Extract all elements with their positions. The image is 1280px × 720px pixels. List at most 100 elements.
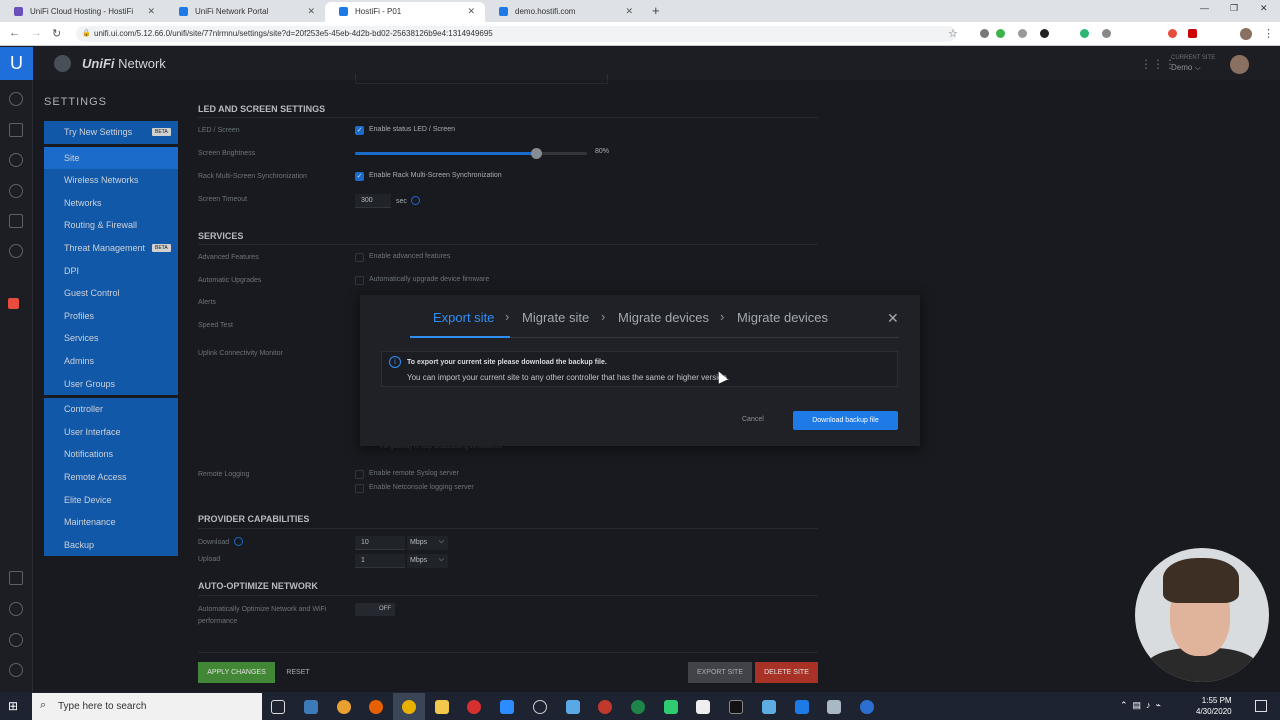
firefox-icon[interactable] — [369, 700, 383, 714]
url-text: unifi.ui.com/5.12.66.0/unifi/site/77nlrm… — [94, 29, 493, 38]
address-bar[interactable]: 🔒 unifi.ui.com/5.12.66.0/unifi/site/77nlr… — [76, 26, 956, 42]
taskbar-search[interactable]: ⌕ Type here to search — [32, 693, 262, 720]
back-icon[interactable]: ← — [9, 27, 20, 39]
new-tab-button[interactable]: + — [652, 3, 660, 18]
dashboard-icon[interactable] — [9, 92, 23, 106]
reload-icon[interactable]: ↻ — [52, 27, 61, 40]
bookmark-star-icon[interactable]: ☆ — [948, 27, 958, 40]
windows-start-icon[interactable]: ⊞ — [8, 699, 18, 713]
step-export-site[interactable]: Export site — [433, 310, 494, 325]
step-migrate-site[interactable]: Migrate site — [522, 310, 589, 325]
search-placeholder: Type here to search — [58, 701, 147, 712]
alert-icon[interactable] — [8, 298, 19, 309]
extension-icon[interactable] — [996, 29, 1005, 38]
app-header — [33, 47, 1280, 80]
info-icon: i — [389, 356, 401, 368]
ubiquiti-logo[interactable]: U — [0, 47, 33, 80]
browser-tab[interactable]: demo.hostifi.com ✕ — [485, 2, 643, 22]
browser-tab[interactable]: UniFi Network Portal ✕ — [165, 2, 325, 22]
menu-dots-icon[interactable]: ⋮ — [1263, 27, 1274, 40]
extension-icon[interactable] — [1018, 29, 1027, 38]
forward-icon[interactable]: → — [31, 27, 42, 39]
maximize-button[interactable]: ❐ — [1230, 3, 1238, 14]
taskbar-clock[interactable]: 1:55 PM 4/30/2020 — [1196, 695, 1232, 717]
avatar[interactable] — [1230, 55, 1249, 74]
zoom-icon[interactable] — [500, 700, 514, 714]
clock-date: 4/30/2020 — [1196, 707, 1232, 716]
settings-gear-icon[interactable] — [9, 663, 23, 677]
notification-center-icon[interactable] — [1255, 700, 1267, 712]
close-icon[interactable]: ✕ — [467, 6, 475, 17]
close-icon[interactable]: ✕ — [887, 310, 899, 327]
app-icon[interactable] — [467, 700, 481, 714]
app-icon[interactable] — [696, 700, 710, 714]
clock-time: 1:55 PM — [1201, 696, 1232, 705]
chrome-icon[interactable] — [402, 700, 416, 714]
chevron-right-icon: › — [720, 309, 725, 324]
close-icon[interactable]: ✕ — [625, 6, 633, 17]
hostifi-favicon-icon — [14, 7, 23, 16]
statistics-icon[interactable] — [9, 123, 23, 137]
unifi-favicon-icon — [179, 7, 188, 16]
app-icon[interactable] — [827, 700, 841, 714]
browser-tab-active[interactable]: HostiFi - P01 ✕ — [325, 2, 485, 22]
app-icon[interactable] — [566, 700, 580, 714]
close-icon[interactable]: ✕ — [147, 6, 155, 17]
step-migrate-devices-2[interactable]: Migrate devices — [737, 310, 828, 325]
minimize-button[interactable]: — — [1200, 3, 1209, 13]
webcam-overlay — [1135, 548, 1269, 682]
terminal-icon[interactable] — [729, 700, 743, 714]
download-backup-button[interactable]: Download backup file — [793, 411, 898, 430]
profile-avatar[interactable] — [1240, 28, 1252, 40]
insights-icon[interactable] — [9, 244, 23, 258]
app-icon[interactable] — [533, 700, 547, 714]
browser-tab[interactable]: UniFi Cloud Hosting - HostiFi ✕ — [0, 2, 165, 22]
stepper-progress — [410, 336, 510, 338]
search-icon: ⌕ — [40, 699, 47, 711]
app-icon[interactable] — [664, 700, 678, 714]
info-body: You can import your current site to any … — [407, 373, 730, 382]
file-explorer-icon[interactable] — [435, 700, 449, 714]
extension-icon[interactable] — [1080, 29, 1089, 38]
app-icon[interactable] — [598, 700, 612, 714]
extension-icon[interactable] — [1188, 29, 1197, 38]
tab-title: demo.hostifi.com — [515, 7, 576, 16]
app-title: UniFi Network — [82, 56, 166, 71]
clients-icon[interactable] — [9, 214, 23, 228]
extension-icon[interactable] — [1040, 29, 1049, 38]
events-icon[interactable] — [9, 571, 23, 585]
notifications-icon[interactable] — [9, 602, 23, 616]
devices-icon[interactable] — [9, 184, 23, 198]
tab-title: HostiFi - P01 — [355, 7, 402, 16]
info-title: To export your current site please downl… — [407, 359, 607, 366]
system-tray-icons[interactable]: ⌃▤♪⌁ — [1120, 700, 1166, 711]
unifi-favicon-icon — [339, 7, 348, 16]
unifi-app-icon[interactable] — [795, 700, 809, 714]
close-window-button[interactable]: ✕ — [1260, 3, 1268, 14]
unifi-favicon-icon — [499, 7, 508, 16]
app-icon[interactable] — [860, 700, 874, 714]
map-icon[interactable] — [9, 153, 23, 167]
app-icon[interactable] — [337, 700, 351, 714]
cancel-button[interactable]: Cancel — [742, 416, 764, 423]
chat-icon[interactable] — [9, 633, 23, 647]
left-nav-rail — [0, 47, 33, 692]
task-view-icon[interactable] — [271, 700, 285, 714]
chevron-right-icon: › — [601, 309, 606, 324]
unifi-brand-icon — [54, 55, 71, 72]
close-icon[interactable]: ✕ — [307, 6, 315, 17]
current-site-label: CURRENT SITE — [1171, 55, 1216, 61]
extension-icon[interactable] — [1102, 29, 1111, 38]
app-icon[interactable] — [304, 700, 318, 714]
tab-title: UniFi Cloud Hosting - HostiFi — [30, 7, 134, 16]
app-icon[interactable] — [762, 700, 776, 714]
site-switcher[interactable]: CURRENT SITE Demo ⌵ — [1171, 54, 1215, 72]
current-site-name: Demo ⌵ — [1171, 63, 1201, 72]
lock-icon: 🔒 — [82, 30, 91, 37]
app-icon[interactable] — [631, 700, 645, 714]
extension-icon[interactable] — [1168, 29, 1177, 38]
chevron-right-icon: › — [505, 309, 510, 324]
extension-icon[interactable] — [980, 29, 989, 38]
step-migrate-devices[interactable]: Migrate devices — [618, 310, 709, 325]
tab-title: UniFi Network Portal — [195, 7, 269, 16]
